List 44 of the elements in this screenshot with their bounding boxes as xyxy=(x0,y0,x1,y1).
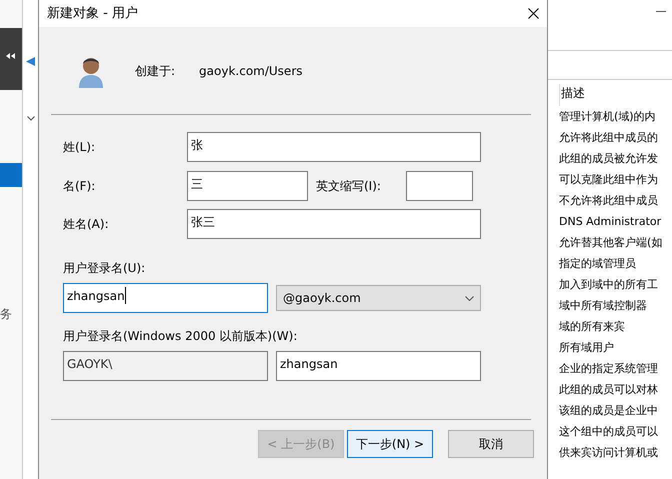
field-label: 用户登录名(U): xyxy=(63,260,146,277)
back-arrow-icon[interactable] xyxy=(26,57,35,66)
window-title: 新建对象 - 用户 xyxy=(47,4,138,23)
close-icon[interactable] xyxy=(528,8,539,19)
description-cell-text: 这个组中的成员可以 xyxy=(559,424,659,440)
domain-prefix-field[interactable]: GAOYK\ xyxy=(63,351,268,381)
description-cell-text: 允许替其他客户端(如 xyxy=(559,235,664,251)
field-label: 用户登录名(Windows 2000 以前版本)(W): xyxy=(63,328,298,345)
field-label: 姓(L): xyxy=(63,139,96,156)
description-cell-text: 可以克隆此组中作为 xyxy=(559,172,659,188)
description-cell-text: DNS Administrator xyxy=(559,214,662,230)
text-caret xyxy=(124,287,126,304)
legacy-logon-field[interactable]: zhangsan xyxy=(276,351,481,381)
dialog-button[interactable]: 下一步(N) > xyxy=(347,430,433,458)
initials-field[interactable] xyxy=(406,171,473,201)
caret-icon xyxy=(465,296,474,300)
description-cell-text: 不允许将此组中成员 xyxy=(559,193,659,209)
dialog-button[interactable]: 取消 xyxy=(448,430,534,458)
collapse-icon[interactable] xyxy=(6,53,16,59)
description-cell-text: 管理计算机(域)的内 xyxy=(559,109,657,125)
chevron-icon[interactable] xyxy=(26,116,34,121)
description-cell-text: 加入到域中的所有工 xyxy=(559,277,659,293)
logon-name-field[interactable]: zhangsan xyxy=(63,283,268,313)
full-name-field[interactable]: 张三 xyxy=(187,209,481,239)
field-label: 英文缩写(I): xyxy=(315,178,382,195)
given-name-field[interactable]: 三 xyxy=(187,171,308,201)
description-cell-text: 域中所有域控制器 xyxy=(559,298,648,314)
description-cell-text: 此组的成员可以对林 xyxy=(559,382,659,398)
created-in-label: 创建于: xyxy=(135,62,176,80)
description-cell-text: 域的所有来宾 xyxy=(559,319,626,335)
field-label: 姓名(A): xyxy=(63,216,110,233)
description-cell-text: 企业的指定系统管理 xyxy=(559,361,659,377)
field-label: 名(F): xyxy=(63,178,96,195)
nav-item-label: 务 xyxy=(0,306,13,323)
description-cell-text: 此组的成员被允许发 xyxy=(559,151,659,167)
description-cell-text: 所有域用户 xyxy=(559,340,615,356)
surname-field[interactable]: 张 xyxy=(187,132,481,162)
column-header[interactable]: 描述 xyxy=(559,84,672,106)
domain-dropdown[interactable]: @gaoyk.com xyxy=(276,285,481,311)
description-cell-text: 允许将此组中成员的 xyxy=(559,130,659,146)
created-in-path: gaoyk.com/Users xyxy=(199,62,302,80)
description-cell-text: 指定的域管理员 xyxy=(559,256,637,272)
description-cell-text: 供来宾访问计算机或 xyxy=(559,445,659,461)
description-cell-text: 该组的成员是企业中 xyxy=(559,403,659,419)
